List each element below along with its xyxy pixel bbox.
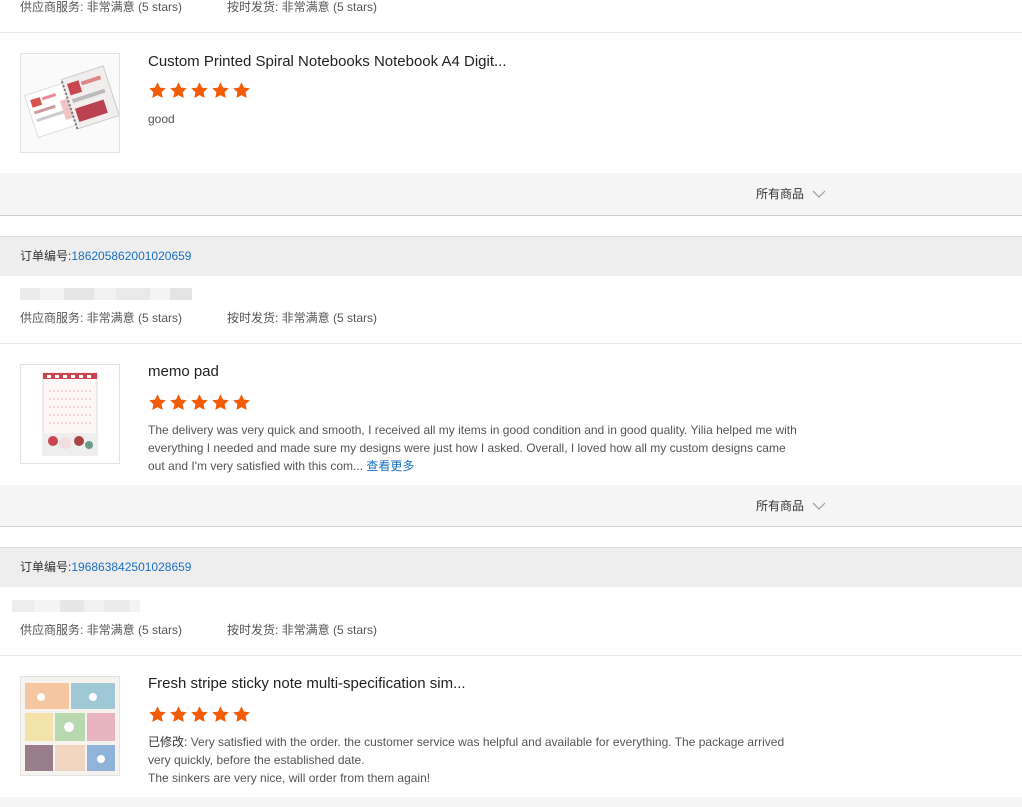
star-icon xyxy=(149,706,166,723)
star-icon xyxy=(212,394,229,411)
product-title[interactable]: Custom Printed Spiral Notebooks Notebook… xyxy=(148,53,507,70)
chevron-down-icon xyxy=(812,190,826,198)
shipping-rating: 按时发货: 非常满意 (5 stars) xyxy=(227,0,378,14)
star-icon xyxy=(233,706,250,723)
star-icon xyxy=(233,82,250,99)
divider xyxy=(0,215,1022,216)
review-text: good xyxy=(148,112,175,126)
star-icon xyxy=(170,706,187,723)
sticky-note-image xyxy=(21,677,119,775)
star-icon xyxy=(149,82,166,99)
star-icon xyxy=(191,82,208,99)
notebook-image xyxy=(21,54,119,152)
supplier-service-rating: 供应商服务: 非常满意 (5 stars) xyxy=(20,0,183,14)
review-stars xyxy=(148,81,251,100)
memo-pad-image xyxy=(21,365,119,463)
review-body: Very satisfied with the order. the custo… xyxy=(148,735,785,767)
order-number-link[interactable]: 186205862001020659 xyxy=(71,249,191,263)
product-title[interactable]: Fresh stripe sticky note multi-specifica… xyxy=(148,675,466,692)
order-header: 订单编号:196863842501028659 xyxy=(0,547,1022,587)
order-number-label: 订单编号: xyxy=(20,249,72,263)
product-thumbnail[interactable] xyxy=(20,53,120,153)
product-thumbnail[interactable] xyxy=(20,364,120,464)
divider xyxy=(0,32,1022,33)
review-text: 已修改: Very satisfied with the order. the … xyxy=(148,733,800,787)
star-icon xyxy=(170,394,187,411)
seller-ratings-row: 供应商服务: 非常满意 (5 stars) 按时发货: 非常满意 (5 star… xyxy=(0,620,1022,640)
blurred-buyer-name xyxy=(12,600,140,612)
all-products-toggle[interactable]: 所有商品 xyxy=(756,497,826,514)
star-icon xyxy=(191,706,208,723)
review-stars xyxy=(148,393,251,412)
star-icon xyxy=(212,82,229,99)
chevron-down-icon xyxy=(812,502,826,510)
divider xyxy=(0,655,1022,656)
all-products-label: 所有商品 xyxy=(756,499,805,513)
edited-prefix: 已修改: xyxy=(148,735,188,749)
all-products-toggle[interactable]: 所有商品 xyxy=(756,185,826,202)
review-text: The delivery was very quick and smooth, … xyxy=(148,421,800,475)
shipping-rating: 按时发货: 非常满意 (5 stars) xyxy=(227,311,378,325)
divider xyxy=(0,526,1022,527)
blurred-buyer-name xyxy=(20,288,192,300)
review-stars xyxy=(148,705,251,724)
order-footer: 所有商品 xyxy=(0,485,1022,527)
star-icon xyxy=(149,394,166,411)
star-icon xyxy=(170,82,187,99)
review-line-2: The sinkers are very nice, will order fr… xyxy=(148,771,431,785)
order-footer: 所有商品 xyxy=(0,173,1022,215)
shipping-rating: 按时发货: 非常满意 (5 stars) xyxy=(227,623,378,637)
order-header: 订单编号:186205862001020659 xyxy=(0,236,1022,276)
review-body: The delivery was very quick and smooth, … xyxy=(148,423,797,473)
divider xyxy=(0,343,1022,344)
supplier-service-rating: 供应商服务: 非常满意 (5 stars) xyxy=(20,311,183,325)
product-thumbnail[interactable] xyxy=(20,676,120,776)
order-footer xyxy=(0,797,1022,807)
supplier-service-rating: 供应商服务: 非常满意 (5 stars) xyxy=(20,623,183,637)
see-more-link[interactable]: 查看更多 xyxy=(366,459,414,473)
seller-ratings-row: 供应商服务: 非常满意 (5 stars) 按时发货: 非常满意 (5 star… xyxy=(0,308,1022,328)
order-number-label: 订单编号: xyxy=(20,560,72,574)
product-title[interactable]: memo pad xyxy=(148,363,219,380)
all-products-label: 所有商品 xyxy=(756,187,805,201)
star-icon xyxy=(233,394,250,411)
star-icon xyxy=(212,706,229,723)
order-number-link[interactable]: 196863842501028659 xyxy=(71,560,191,574)
seller-ratings-row: 供应商服务: 非常满意 (5 stars) 按时发货: 非常满意 (5 star… xyxy=(0,0,1022,17)
star-icon xyxy=(191,394,208,411)
